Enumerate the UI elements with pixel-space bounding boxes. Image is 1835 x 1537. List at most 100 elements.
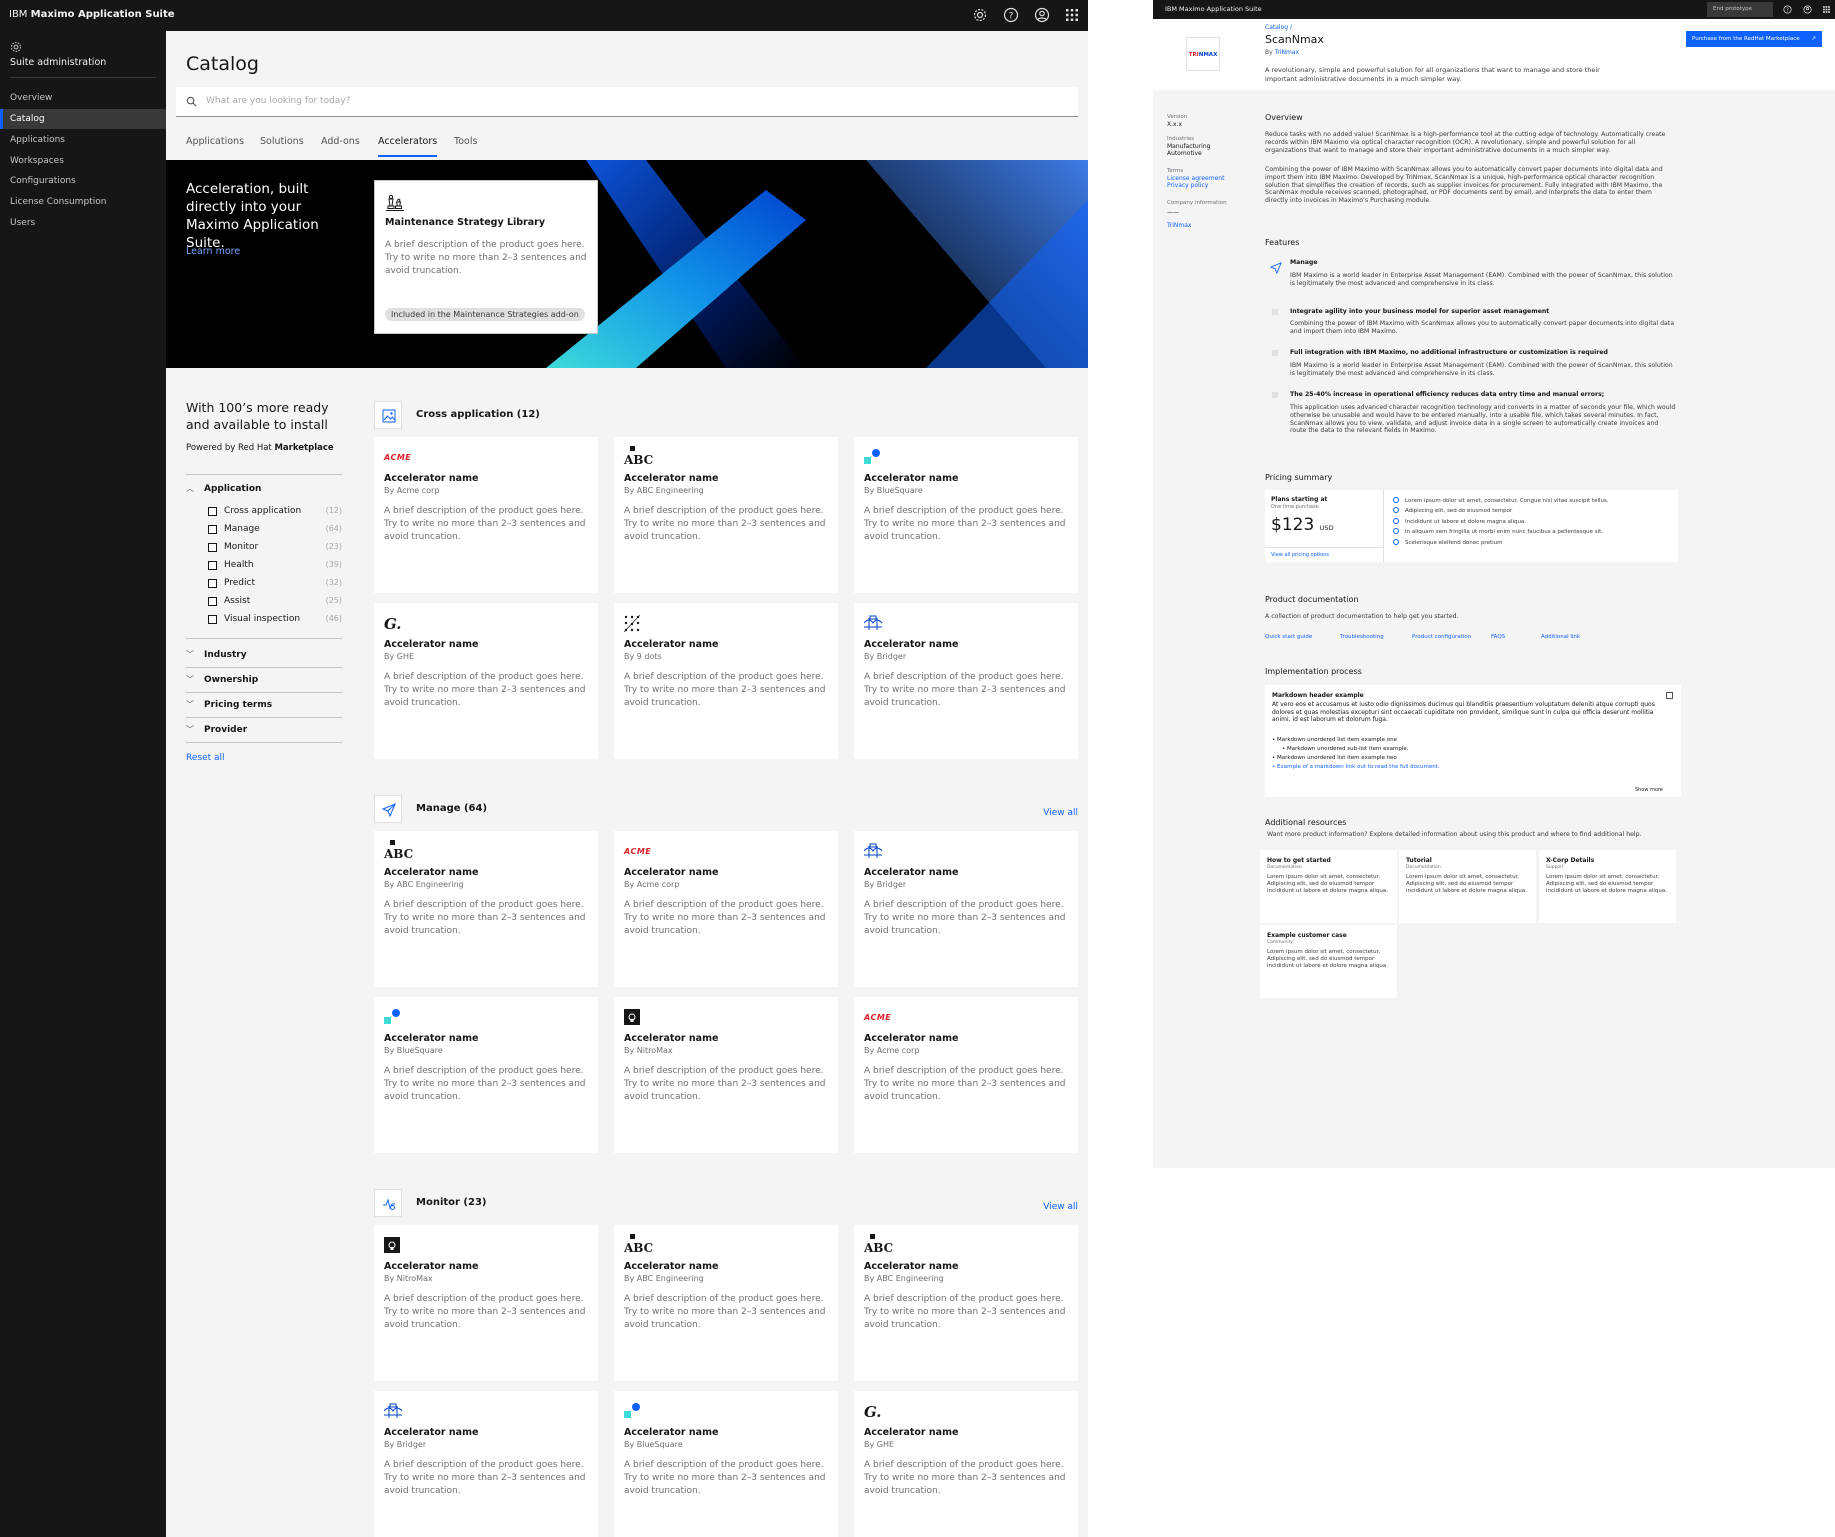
filter-manage[interactable]: Manage (64): [208, 523, 342, 537]
page-title: Catalog: [186, 53, 259, 75]
accelerator-card[interactable]: Accelerator name By BlueSquare A brief des…: [614, 1391, 838, 1537]
help-icon[interactable]: ?: [1003, 7, 1019, 23]
accelerator-card[interactable]: Accelerator name By Bridger A brief descri…: [854, 831, 1078, 987]
accelerator-card[interactable]: ACME Accelerator name By Acme corp A brief …: [854, 997, 1078, 1153]
checkbox[interactable]: [208, 579, 217, 588]
resource-type: Documentation: [1406, 865, 1441, 870]
tab-accelerators[interactable]: Accelerators: [378, 135, 438, 157]
accelerator-card[interactable]: ABC Accelerator name By ABC Engineering A b…: [374, 831, 598, 987]
sidenav-item-workspaces[interactable]: Workspaces: [0, 151, 166, 171]
resource-card[interactable]: X-Corp Details Support Lorem ipsum dolor…: [1539, 850, 1677, 923]
hero-learn-more-link[interactable]: Learn more: [186, 246, 240, 257]
accelerator-card[interactable]: Accelerator name By BlueSquare A brief des…: [854, 437, 1078, 593]
check-text: Lorem ipsum dolor sit amet, consectetur.…: [1405, 498, 1609, 504]
accelerator-card[interactable]: Accelerator name By NitroMax A brief descr…: [374, 1225, 598, 1381]
filter-cross-application[interactable]: Cross application (12): [208, 505, 342, 519]
doc-link-product-configuration[interactable]: Product configuration: [1412, 634, 1471, 640]
accelerator-card[interactable]: Accelerator name By Bridger A brief descri…: [854, 603, 1078, 759]
app-switcher-icon[interactable]: [1064, 7, 1080, 23]
breadcrumb[interactable]: Catalog /: [1265, 24, 1292, 31]
copy-icon[interactable]: [1666, 692, 1673, 699]
checkbox[interactable]: [208, 507, 217, 516]
sidenav-item-configurations[interactable]: Configurations: [0, 171, 166, 191]
accelerator-card[interactable]: G. Accelerator name By GHE A brief descript…: [374, 603, 598, 759]
company-link[interactable]: TriNmax: [1167, 222, 1191, 229]
filter-assist[interactable]: Assist (25): [208, 595, 342, 609]
sidenav-item-overview[interactable]: Overview: [0, 88, 166, 108]
sidenav-item-applications[interactable]: Applications: [0, 130, 166, 150]
accelerator-description: A brief description of the product goes …: [864, 1294, 1066, 1330]
help-icon[interactable]: ?: [1783, 5, 1792, 14]
ghe-logo: G.: [384, 615, 402, 633]
list-item-link[interactable]: • Example of a markdown link out to read…: [1272, 764, 1440, 770]
accelerator-description: A brief description of the product goes …: [624, 1460, 826, 1496]
facet-ownership[interactable]: ﹀ Ownership: [186, 674, 342, 690]
tab-tools[interactable]: Tools: [454, 135, 477, 157]
vendor-link[interactable]: TriNmax: [1275, 49, 1299, 56]
view-pricing-link[interactable]: View all pricing options: [1271, 552, 1329, 558]
tab-applications[interactable]: Applications: [186, 135, 244, 157]
filter-health[interactable]: Health (39): [208, 559, 342, 573]
app-switcher-icon[interactable]: [1822, 5, 1831, 14]
detail-brand[interactable]: IBM Maximo Application Suite: [1165, 5, 1262, 13]
purchase-button[interactable]: Purchase from the RedHat Marketplace ↗: [1686, 31, 1822, 47]
sidenav-item-license-consumption[interactable]: License Consumption: [0, 192, 166, 212]
tab-add-ons[interactable]: Add-ons: [321, 135, 360, 157]
settings-icon[interactable]: [972, 7, 988, 23]
privacy-policy-link[interactable]: Privacy policy: [1167, 182, 1208, 189]
powered-prefix: Powered by Red Hat: [186, 443, 272, 453]
resource-card[interactable]: Example customer case Community Lorem ip…: [1260, 925, 1398, 998]
facet-application-label: Application: [204, 484, 262, 494]
doc-link-quick-start[interactable]: Quick start guide: [1265, 634, 1312, 640]
user-avatar-icon[interactable]: [1803, 5, 1812, 14]
accelerator-card[interactable]: ABC Accelerator name By ABC Engineering A b…: [614, 1225, 838, 1381]
accelerator-card[interactable]: Accelerator name By Bridger A brief descri…: [374, 1391, 598, 1537]
doc-link-troubleshooting[interactable]: Troubleshooting: [1340, 634, 1384, 640]
accelerator-card[interactable]: ACME Accelerator name By Acme corp A brief …: [374, 437, 598, 593]
sidenav-item-catalog[interactable]: Catalog: [0, 109, 166, 129]
accelerator-card[interactable]: Accelerator name By NitroMax A brief descr…: [614, 997, 838, 1153]
facet-pricing-terms[interactable]: ﹀ Pricing terms: [186, 699, 342, 715]
checkbox[interactable]: [208, 543, 217, 552]
checkbox[interactable]: [208, 561, 217, 570]
doc-link-faqs[interactable]: FAQS: [1491, 634, 1505, 640]
checkbox[interactable]: [208, 615, 217, 624]
logo-text-a: TRI: [1188, 52, 1199, 58]
license-agreement-link[interactable]: License agreement: [1167, 175, 1224, 182]
accelerator-card[interactable]: ACME Accelerator name By Acme corp A brief …: [614, 831, 838, 987]
accelerator-card[interactable]: Accelerator name By 9 dots A brief descrip…: [614, 603, 838, 759]
facet-ownership-label: Ownership: [204, 675, 259, 685]
accelerator-card[interactable]: ABC Accelerator name By ABC Engineering A b…: [854, 1225, 1078, 1381]
accelerator-card[interactable]: ABC Accelerator name By ABC Engineering A b…: [614, 437, 838, 593]
filter-predict[interactable]: Predict (32): [208, 577, 342, 591]
search-input[interactable]: What are you looking for today?: [176, 87, 1078, 117]
facet-industry[interactable]: ﹀ Industry: [186, 649, 342, 665]
header-brand[interactable]: IBM Maximo Application Suite: [9, 9, 175, 20]
filter-count: (12): [325, 506, 342, 515]
filter-visual-inspection[interactable]: Visual inspection (46): [208, 613, 342, 627]
resource-type: Support: [1546, 865, 1564, 870]
user-avatar-icon[interactable]: [1034, 7, 1050, 23]
feature-description: IBM Maximo is a world leader in Enterpri…: [1290, 272, 1673, 287]
checkmark-icon: [1393, 518, 1399, 524]
accelerator-name: Accelerator name: [384, 1261, 479, 1272]
tab-solutions[interactable]: Solutions: [260, 135, 304, 157]
accelerator-card[interactable]: Accelerator name By BlueSquare A brief des…: [374, 997, 598, 1153]
reset-all-link[interactable]: Reset all: [186, 753, 225, 763]
filter-monitor[interactable]: Monitor (23): [208, 541, 342, 555]
checkbox[interactable]: [208, 525, 217, 534]
accelerator-card[interactable]: G. Accelerator name By GHE A brief descript…: [854, 1391, 1078, 1537]
featured-accelerator-card[interactable]: Maintenance Strategy Library A brief des…: [374, 180, 598, 334]
doc-link-additional[interactable]: Additional link: [1541, 634, 1580, 640]
check-text: Scelerisque eleifend donec pretium: [1405, 540, 1503, 546]
facet-application[interactable]: ︿ Application: [186, 483, 342, 499]
resource-card[interactable]: Tutorial Documentation Lorem ipsum dolor…: [1399, 850, 1537, 923]
accelerator-vendor: By GHE: [864, 1440, 895, 1449]
show-more-button[interactable]: Show more: [1635, 787, 1663, 793]
facet-provider[interactable]: ﹀ Provider: [186, 724, 342, 740]
checkbox[interactable]: [208, 597, 217, 606]
end-prototype-button[interactable]: End prototype: [1707, 2, 1773, 17]
sidenav-item-users[interactable]: Users: [0, 213, 166, 233]
chevron-down-icon: ﹀: [186, 675, 194, 684]
resource-card[interactable]: How to get started Documentation Lorem i…: [1260, 850, 1398, 923]
